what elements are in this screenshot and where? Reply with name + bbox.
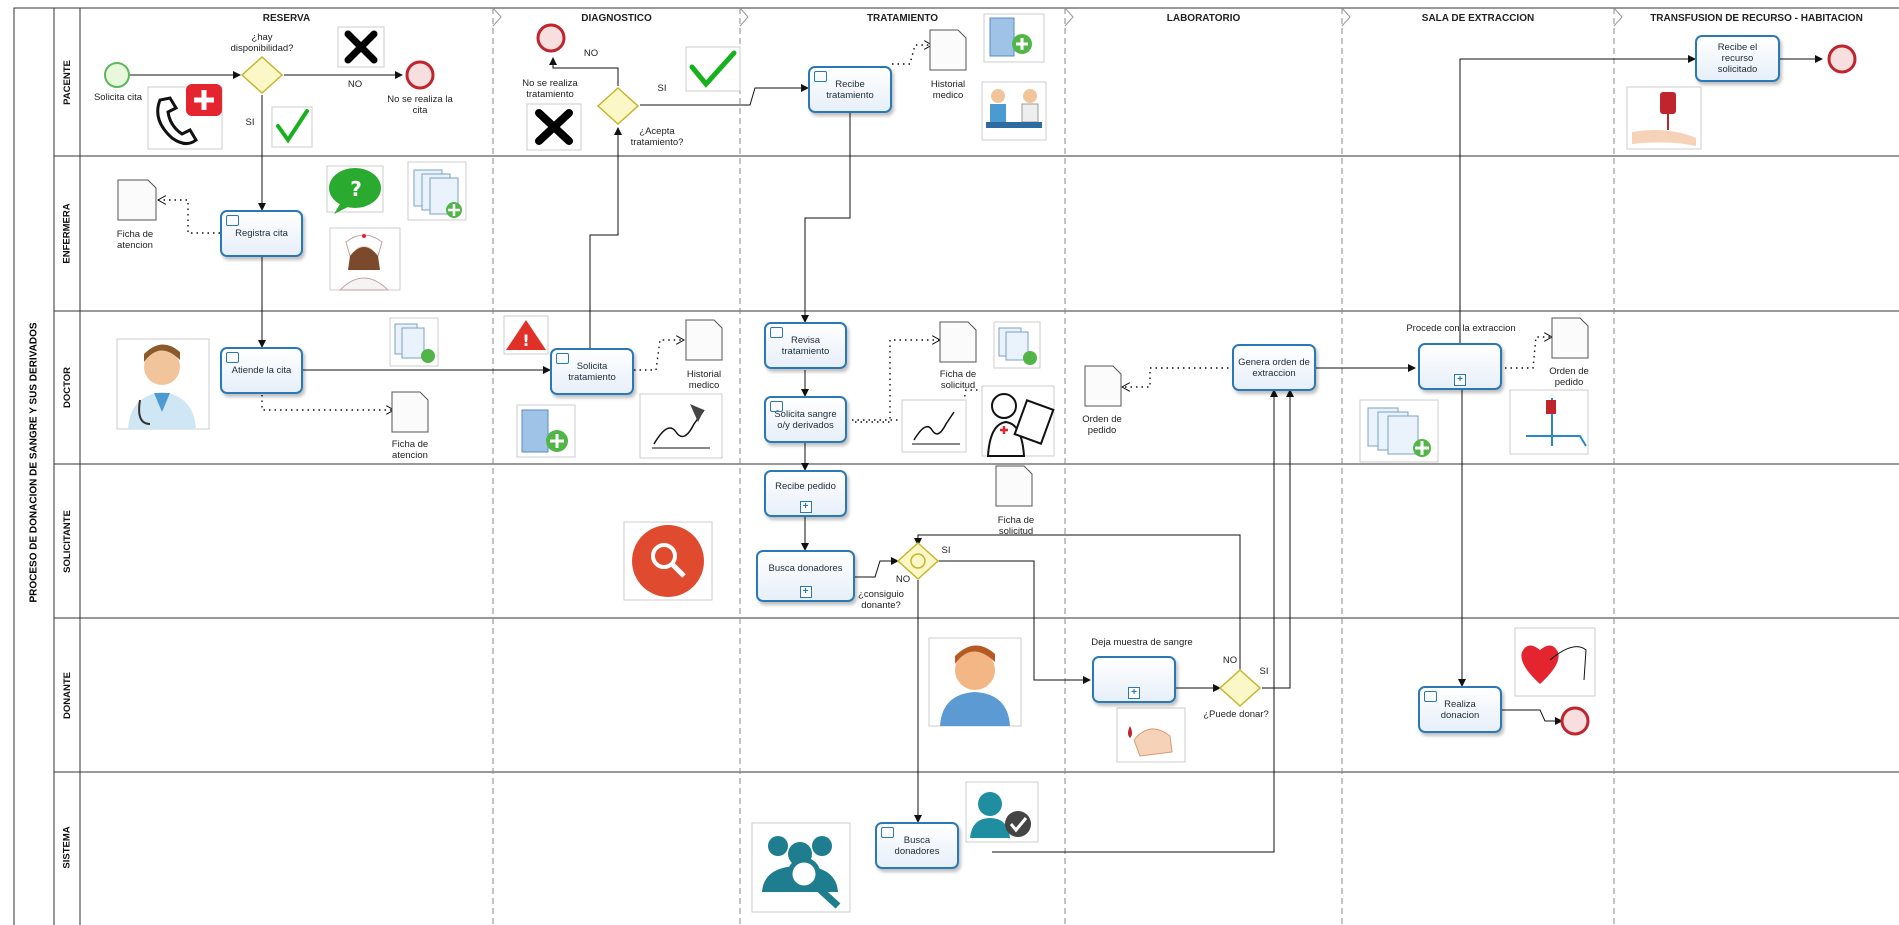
- warning-icon: !: [503, 315, 549, 355]
- search-icon: [623, 521, 713, 601]
- subprocess-marker-icon: +: [1128, 687, 1140, 699]
- phase-title-laboratorio: LABORATORIO: [1166, 12, 1241, 24]
- subprocess-marker-icon: +: [799, 586, 812, 598]
- lane-title-donante: DONANTE: [61, 671, 73, 719]
- user-task-icon: [814, 71, 827, 82]
- gateway-label: ¿consiguio donante?: [858, 589, 904, 611]
- pool-title: PROCESO DE DONACION DE SANGRE Y SUS DERI…: [28, 322, 40, 603]
- gateway-label: ¿hay disponibilidad?: [230, 32, 294, 54]
- task-recibe-tratamiento[interactable]: Recibe tratamiento: [808, 66, 892, 113]
- subprocess-marker-icon: +: [1454, 374, 1466, 386]
- task-label: Recibe pedido: [775, 481, 836, 492]
- flow-label-no: NO: [1222, 655, 1238, 666]
- group-search-icon: [751, 822, 851, 913]
- phase-title-tratamiento: TRATAMIENTO: [866, 12, 939, 24]
- flow-label-si: SI: [941, 545, 951, 556]
- task-atiende-cita[interactable]: Atiende la cita: [220, 347, 303, 394]
- task-label: Recibe el recurso solicitado: [1717, 42, 1758, 75]
- doctor-clipboard-icon: [981, 385, 1055, 457]
- person-icon: [928, 637, 1022, 727]
- document-label: Orden de pedido: [1549, 366, 1589, 388]
- user-task-icon: [226, 352, 239, 363]
- document-label: Historial medico: [686, 369, 722, 391]
- phase-title-transfusion: TRANSFUSION DE RECURSO - HABITACION: [1650, 12, 1863, 24]
- end-event-label: No se realiza la cita: [387, 94, 453, 116]
- task-label-external: Procede con la extraccion: [1406, 323, 1516, 334]
- task-solicita-tratamiento[interactable]: Solicita tratamiento: [550, 348, 634, 395]
- lane-title-solicitante: SOLICITANTE: [61, 509, 73, 573]
- user-task-icon: [1424, 691, 1437, 702]
- task-procede-extraccion[interactable]: +: [1418, 343, 1502, 390]
- flow-label-no: NO: [347, 79, 363, 90]
- task-genera-orden[interactable]: Genera orden de extraccion: [1232, 344, 1316, 391]
- bpmn-diagram: ? !: [13, 7, 1899, 925]
- consultation-icon: [981, 81, 1047, 141]
- blood-drop-icon: [1116, 707, 1186, 763]
- document-label: Ficha de atencion: [391, 439, 429, 461]
- task-solicita-sangre[interactable]: Solicita sangre o/y derivados: [764, 396, 847, 443]
- start-event-label: Solicita cita: [93, 92, 143, 103]
- script-task-icon: [226, 215, 239, 226]
- task-registra-cita[interactable]: Registra cita: [220, 210, 303, 257]
- flow-label-si: SI: [657, 83, 667, 94]
- phase-title-reserva: RESERVA: [262, 12, 311, 24]
- task-recibe-pedido[interactable]: Recibe pedido +: [764, 470, 847, 517]
- lane-title-paciente: PACENTE: [61, 59, 73, 105]
- end-event-recurso: [1827, 44, 1857, 74]
- lane-title-enfermera: ENFERMERA: [61, 203, 73, 264]
- end-event-no-tratamiento: [536, 23, 566, 53]
- start-event-solicita-cita: [104, 62, 130, 88]
- subprocess-marker-icon: +: [799, 501, 812, 513]
- task-recibe-recurso[interactable]: Recibe el recurso solicitado: [1695, 35, 1780, 82]
- task-busca-donadores-sistema[interactable]: Busca donadores: [875, 822, 959, 869]
- flow-label-si: SI: [245, 117, 255, 128]
- task-revisa-tratamiento[interactable]: Revisa tratamiento: [764, 322, 847, 369]
- end-event-label: No se realiza tratamiento: [522, 78, 578, 100]
- document-label: Ficha de solicitud: [997, 515, 1035, 537]
- nurse-icon: [329, 227, 401, 291]
- task-busca-donadores-subprocess[interactable]: Busca donadores +: [756, 550, 855, 602]
- send-task-icon: [770, 401, 783, 412]
- flow-label-no: NO: [895, 574, 911, 585]
- phase-title-sala-extraccion: SALA DE EXTRACCION: [1421, 12, 1535, 24]
- user-task-icon: [881, 827, 894, 838]
- end-event-donacion: [1560, 706, 1590, 736]
- svg-text:?: ?: [350, 177, 362, 201]
- user-check-icon: [965, 781, 1039, 843]
- task-deja-muestra[interactable]: +: [1092, 656, 1176, 703]
- phone-icon: [147, 84, 223, 150]
- document-label: Ficha de solicitud: [939, 369, 977, 391]
- gateway-disponibilidad: [240, 55, 284, 95]
- heart-icon: [1514, 627, 1596, 697]
- lane-title-doctor: DOCTOR: [61, 367, 73, 408]
- chat-icon: ?: [326, 165, 384, 214]
- blood-bag-icon: [1626, 86, 1702, 150]
- flow-label-si: SI: [1259, 666, 1269, 677]
- script-task-icon: [556, 353, 569, 364]
- lane-title-sistema: SISTEMA: [61, 825, 73, 869]
- task-label: Genera orden de extraccion: [1238, 356, 1310, 379]
- svg-text:!: !: [522, 331, 529, 350]
- iv-stand-icon: [1509, 389, 1589, 455]
- gateway-label: ¿Puede donar?: [1203, 709, 1269, 720]
- task-label-external: Deja muestra de sangre: [1091, 637, 1193, 648]
- gateway-acepta: [596, 86, 640, 126]
- gateway-label: ¿Acepta tratamiento?: [630, 126, 684, 148]
- task-realiza-donacion[interactable]: Realiza donacion: [1418, 686, 1502, 733]
- phase-title-diagnostico: DIAGNOSTICO: [581, 12, 652, 24]
- flow-label-no: NO: [583, 48, 599, 59]
- document-label: Ficha de atencion: [116, 229, 154, 251]
- document-label: Historial medico: [930, 79, 966, 101]
- task-label: Atiende la cita: [231, 365, 292, 376]
- service-task-icon: [770, 327, 783, 338]
- task-label: Busca donadores: [768, 562, 843, 574]
- document-label: Orden de pedido: [1082, 414, 1122, 436]
- doctor-icon: [116, 338, 210, 430]
- task-label: Registra cita: [235, 228, 288, 239]
- end-event-no-cita: [405, 60, 435, 90]
